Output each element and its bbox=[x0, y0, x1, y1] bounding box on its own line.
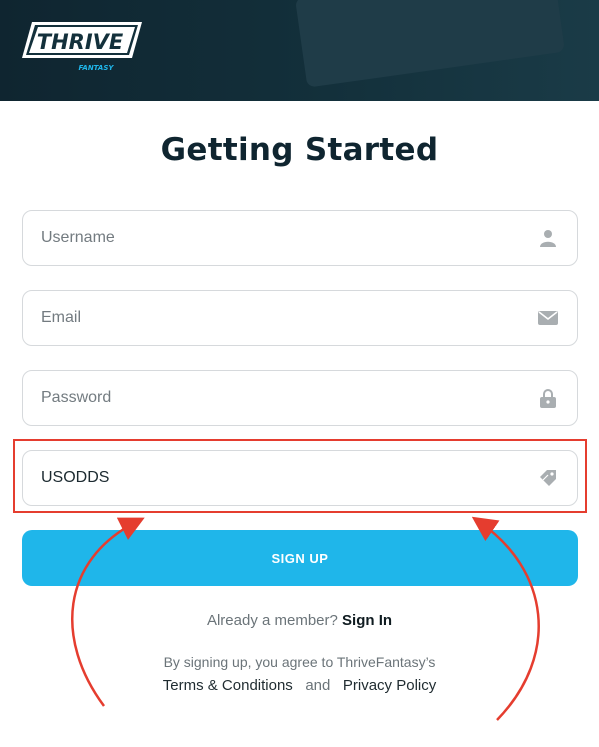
email-placeholder: Email bbox=[41, 309, 82, 326]
page-title: Getting Started bbox=[160, 132, 439, 168]
user-icon bbox=[537, 227, 559, 249]
tag-icon bbox=[537, 467, 559, 489]
password-placeholder: Password bbox=[41, 389, 112, 406]
sign-up-button[interactable]: SIGN UP bbox=[22, 530, 578, 586]
header-decoration bbox=[295, 0, 565, 88]
envelope-icon bbox=[537, 307, 559, 329]
member-text: Already a member? bbox=[206, 612, 338, 629]
header-banner: THRIVE FANTASY bbox=[0, 0, 599, 101]
thrive-fantasy-logo[interactable]: THRIVE FANTASY bbox=[20, 20, 144, 72]
promo-code-field[interactable]: USODDS bbox=[22, 450, 578, 506]
sign-in-link[interactable]: Sign In bbox=[342, 612, 392, 629]
promo-code-value: USODDS bbox=[41, 469, 110, 486]
terms-link[interactable]: Terms & Conditions bbox=[163, 677, 293, 694]
username-placeholder: Username bbox=[41, 229, 115, 246]
legal-links: Terms & Conditions and Privacy Policy bbox=[0, 677, 599, 694]
svg-text:FANTASY: FANTASY bbox=[79, 64, 115, 72]
lock-icon bbox=[537, 387, 559, 409]
svg-text:THRIVE: THRIVE bbox=[37, 30, 124, 54]
agreement-text: By signing up, you agree to ThriveFantas… bbox=[163, 654, 436, 670]
member-prompt: Already a member? Sign In bbox=[0, 612, 599, 629]
password-field[interactable]: Password bbox=[22, 370, 578, 426]
email-field[interactable]: Email bbox=[22, 290, 578, 346]
privacy-link[interactable]: Privacy Policy bbox=[343, 677, 436, 694]
and-text: and bbox=[305, 677, 331, 694]
username-field[interactable]: Username bbox=[22, 210, 578, 266]
